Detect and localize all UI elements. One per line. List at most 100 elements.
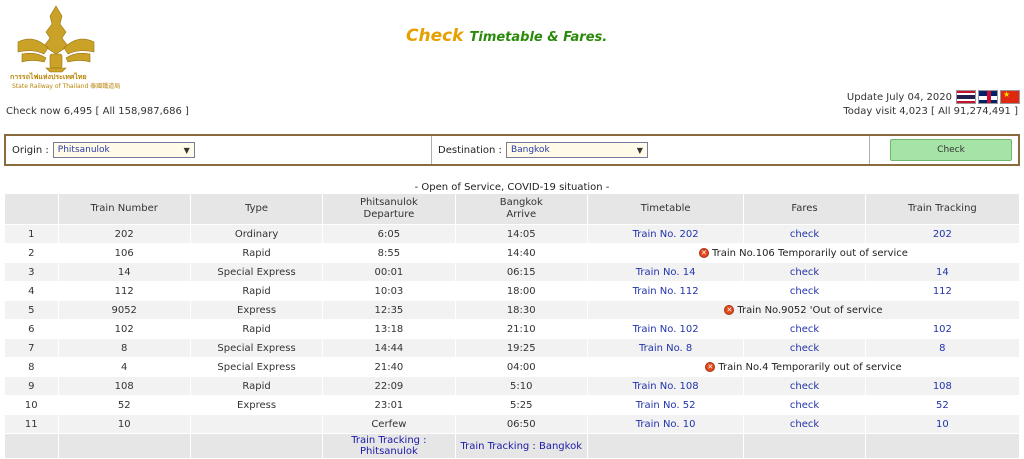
departure-time: 22:09 bbox=[323, 377, 455, 395]
page-title: Check Timetable & Fares. bbox=[406, 26, 607, 46]
train-number: 10 bbox=[58, 415, 190, 433]
header-departure: Phitsanulok Departure bbox=[323, 194, 455, 224]
timetable-link[interactable]: Train No. 14 bbox=[587, 263, 744, 281]
arrive-time: 06:15 bbox=[455, 263, 587, 281]
header-timetable: Timetable bbox=[587, 194, 744, 224]
row-number: 10 bbox=[5, 396, 58, 414]
arrive-time: 5:25 bbox=[455, 396, 587, 414]
out-of-service-text: Train No.106 Temporarily out of service bbox=[711, 247, 908, 259]
arrive-time: 21:10 bbox=[455, 320, 587, 338]
table-row: 8 4 Special Express 21:40 04:00 ✕ Train No.4 T… bbox=[5, 358, 1019, 376]
departure-time: 14:44 bbox=[323, 339, 455, 357]
train-number: 4 bbox=[58, 358, 190, 376]
header-number bbox=[5, 194, 58, 224]
timetable-link[interactable]: Train No. 108 bbox=[587, 377, 744, 395]
arrive-time: 5:10 bbox=[455, 377, 587, 395]
row-number: 1 bbox=[5, 225, 58, 243]
destination-select[interactable]: Bangkok ▼ bbox=[505, 142, 648, 158]
table-footer-row: Train Tracking : Phitsanulok Train Track… bbox=[5, 434, 1019, 458]
train-tracking-link[interactable]: 102 bbox=[865, 320, 1019, 338]
fares-check-link[interactable]: check bbox=[744, 396, 865, 414]
logo-text-english: State Railway of Thailand 泰國鐵道局 bbox=[12, 83, 121, 90]
departure-time: 10:03 bbox=[323, 282, 455, 300]
uk-flag-icon[interactable] bbox=[978, 90, 998, 104]
fares-check-link[interactable]: check bbox=[744, 339, 865, 357]
table-row: 2 106 Rapid 8:55 14:40 ✕ Train No.106 Temporar… bbox=[5, 244, 1019, 262]
train-tracking-link[interactable]: 10 bbox=[865, 415, 1019, 433]
origin-value: Phitsanulok bbox=[57, 145, 110, 155]
train-number: 202 bbox=[58, 225, 190, 243]
train-type: Rapid bbox=[190, 282, 323, 300]
row-number: 3 bbox=[5, 263, 58, 281]
table-row: 3 14 Special Express 00:01 06:15 Train No. 14… bbox=[5, 263, 1019, 281]
departure-time: 12:35 bbox=[323, 301, 455, 319]
train-type: Express bbox=[190, 301, 323, 319]
train-tracking-link[interactable]: 8 bbox=[865, 339, 1019, 357]
fares-check-link[interactable]: check bbox=[744, 320, 865, 338]
timetable-link[interactable]: Train No. 52 bbox=[587, 396, 744, 414]
header-arrive: Bangkok Arrive bbox=[455, 194, 587, 224]
row-number: 8 bbox=[5, 358, 58, 376]
table-row: 7 8 Special Express 14:44 19:25 Train No. 8 ch… bbox=[5, 339, 1019, 357]
departure-time: 00:01 bbox=[323, 263, 455, 281]
timetable-link[interactable]: Train No. 102 bbox=[587, 320, 744, 338]
header-train-number: Train Number bbox=[58, 194, 190, 224]
out-of-service-icon: ✕ bbox=[705, 362, 716, 373]
departure-time: Cerfew bbox=[323, 415, 455, 433]
train-number: 112 bbox=[58, 282, 190, 300]
train-type: Special Express bbox=[190, 358, 323, 376]
row-number: 11 bbox=[5, 415, 58, 433]
table-row: 1 202 Ordinary 6:05 14:05 Train No. 202 check 2… bbox=[5, 225, 1019, 243]
out-of-service-text: Train No.4 Temporarily out of service bbox=[718, 361, 902, 373]
footer-empty bbox=[58, 434, 190, 458]
departure-time: 13:18 bbox=[323, 320, 455, 338]
chevron-down-icon: ▼ bbox=[636, 145, 643, 155]
fares-check-link[interactable]: check bbox=[744, 263, 865, 281]
origin-select[interactable]: Phitsanulok ▼ bbox=[52, 142, 195, 158]
timetable-link[interactable]: Train No. 202 bbox=[587, 225, 744, 243]
out-of-service-notice: ✕ Train No.9052 'Out of service bbox=[724, 305, 883, 316]
fares-check-link[interactable]: check bbox=[744, 377, 865, 395]
service-notice: - Open of Service, COVID-19 situation - bbox=[414, 182, 610, 193]
fares-check-link[interactable]: check bbox=[744, 282, 865, 300]
service-status-cell: ✕ Train No.9052 'Out of service bbox=[587, 301, 1019, 319]
thai-flag-icon[interactable] bbox=[956, 90, 976, 104]
train-type: Ordinary bbox=[190, 225, 323, 243]
train-tracking-link[interactable]: 202 bbox=[865, 225, 1019, 243]
arrive-time: 06:50 bbox=[455, 415, 587, 433]
row-number: 4 bbox=[5, 282, 58, 300]
title-timetable-fares: Timetable & Fares. bbox=[469, 30, 608, 45]
arrive-time: 18:30 bbox=[455, 301, 587, 319]
train-tracking-link[interactable]: 112 bbox=[865, 282, 1019, 300]
table-row: 5 9052 Express 12:35 18:30 ✕ Train No.9052 'Ou… bbox=[5, 301, 1019, 319]
footer-empty bbox=[744, 434, 865, 458]
tracking-origin-link[interactable]: Train Tracking : Phitsanulok bbox=[351, 435, 426, 457]
train-tracking-link[interactable]: 52 bbox=[865, 396, 1019, 414]
arrive-time: 14:05 bbox=[455, 225, 587, 243]
train-tracking-link[interactable]: 14 bbox=[865, 263, 1019, 281]
check-cell: Check bbox=[870, 136, 1018, 164]
header-fares: Fares bbox=[744, 194, 865, 224]
arrive-time: 19:25 bbox=[455, 339, 587, 357]
footer-empty bbox=[865, 434, 1019, 458]
timetable-link[interactable]: Train No. 10 bbox=[587, 415, 744, 433]
tracking-destination-link[interactable]: Train Tracking : Bangkok bbox=[460, 441, 582, 452]
china-flag-icon[interactable] bbox=[1000, 90, 1020, 104]
fares-check-link[interactable]: check bbox=[744, 415, 865, 433]
fares-check-link[interactable]: check bbox=[744, 225, 865, 243]
out-of-service-icon: ✕ bbox=[724, 305, 735, 316]
train-type: Rapid bbox=[190, 244, 323, 262]
train-number: 106 bbox=[58, 244, 190, 262]
train-number: 9052 bbox=[58, 301, 190, 319]
header-arrive-station: Bangkok bbox=[499, 197, 543, 208]
train-tracking-link[interactable]: 108 bbox=[865, 377, 1019, 395]
out-of-service-icon: ✕ bbox=[698, 248, 709, 259]
title-check: Check bbox=[406, 26, 464, 46]
train-number: 8 bbox=[58, 339, 190, 357]
timetable-link[interactable]: Train No. 8 bbox=[587, 339, 744, 357]
header-type: Type bbox=[190, 194, 323, 224]
timetable-link[interactable]: Train No. 112 bbox=[587, 282, 744, 300]
departure-time: 21:40 bbox=[323, 358, 455, 376]
arrive-time: 18:00 bbox=[455, 282, 587, 300]
check-button[interactable]: Check bbox=[890, 139, 1012, 161]
